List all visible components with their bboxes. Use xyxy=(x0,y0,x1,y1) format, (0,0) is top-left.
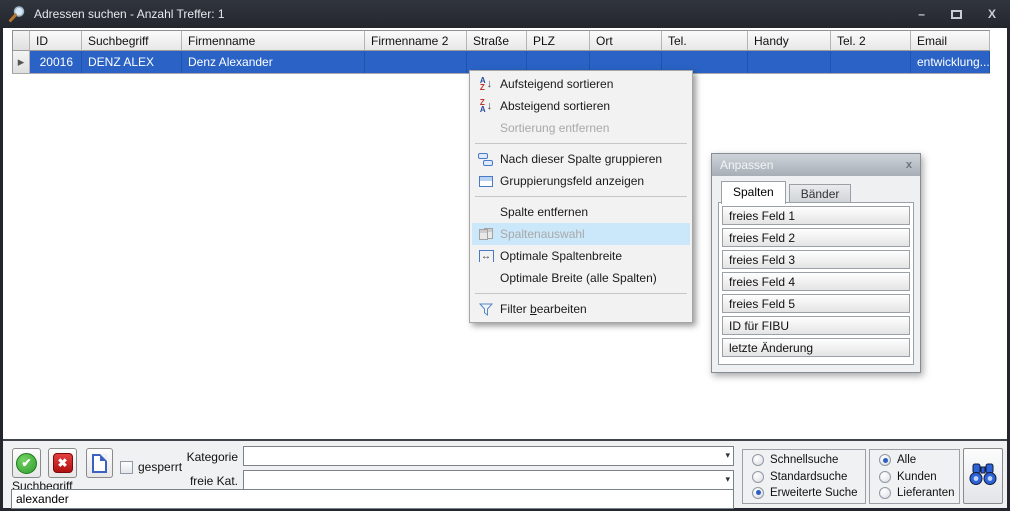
menu-item-column-chooser: Spaltenauswahl xyxy=(472,223,690,245)
best-fit-icon xyxy=(472,250,500,262)
customization-panel: Anpassen x Spalten Bänder freies Feld 1 … xyxy=(711,153,921,373)
column-header-firmenname[interactable]: Firmenname xyxy=(182,30,365,51)
minimize-icon[interactable]: – xyxy=(918,8,925,20)
close-icon[interactable]: X xyxy=(988,8,996,20)
menu-item-remove-sorting: Sortierung entfernen xyxy=(472,117,690,139)
kategorie-label: Kategorie xyxy=(148,450,238,464)
kategorie-combobox[interactable]: ▾ xyxy=(243,446,734,466)
app-window: Adressen suchen - Anzahl Treffer: 1 – X … xyxy=(0,0,1010,511)
radio-alle[interactable]: Alle xyxy=(879,454,959,466)
search-button[interactable] xyxy=(963,448,1003,504)
field-item-id-fuer-fibu[interactable]: ID für FIBU xyxy=(722,316,910,335)
customization-panel-title: Anpassen xyxy=(720,158,773,172)
column-header-tel2[interactable]: Tel. 2 xyxy=(831,30,911,51)
row-indicator-arrow-icon: ▸ xyxy=(18,54,25,69)
column-header-email[interactable]: Email xyxy=(911,30,990,51)
field-item-letzte-aenderung[interactable]: letzte Änderung xyxy=(722,338,910,357)
group-by-icon xyxy=(472,153,500,166)
menu-item-best-fit-all-columns[interactable]: Optimale Breite (alle Spalten) xyxy=(472,267,690,289)
field-item-freies-feld-3[interactable]: freies Feld 3 xyxy=(722,250,910,269)
column-header-tel[interactable]: Tel. xyxy=(662,30,748,51)
radio-selected-icon[interactable] xyxy=(752,487,764,499)
grid-header-row: ID Suchbegriff Firmenname Firmenname 2 S… xyxy=(12,30,990,51)
radio-icon[interactable] xyxy=(752,471,764,483)
radio-icon[interactable] xyxy=(879,471,891,483)
binoculars-icon xyxy=(968,462,998,491)
radio-selected-icon[interactable] xyxy=(879,454,891,466)
column-header-plz[interactable]: PLZ xyxy=(527,30,590,51)
field-item-freies-feld-2[interactable]: freies Feld 2 xyxy=(722,228,910,247)
cell-email[interactable]: entwicklung... xyxy=(911,51,990,73)
check-icon: ✔ xyxy=(16,453,37,474)
maximize-icon[interactable] xyxy=(951,10,962,19)
menu-separator xyxy=(475,293,687,294)
cell-firmenname2[interactable] xyxy=(365,51,467,73)
radio-lieferanten[interactable]: Lieferanten xyxy=(879,487,959,499)
row-indicator-cell: ▸ xyxy=(12,51,30,73)
menu-item-best-fit-column[interactable]: Optimale Spaltenbreite xyxy=(472,245,690,267)
cell-firmenname[interactable]: Denz Alexander xyxy=(182,51,365,73)
tab-baender[interactable]: Bänder xyxy=(789,184,852,204)
freie-kat-label: freie Kat. xyxy=(148,474,238,488)
radio-schnellsuche[interactable]: Schnellsuche xyxy=(752,454,865,466)
field-item-freies-feld-5[interactable]: freies Feld 5 xyxy=(722,294,910,313)
radio-erweiterte-suche[interactable]: Erweiterte Suche xyxy=(752,487,865,499)
menu-item-sort-descending[interactable]: ZA↓ Absteigend sortieren xyxy=(472,95,690,117)
gesperrt-checkbox[interactable] xyxy=(120,461,133,474)
client-area: ID Suchbegriff Firmenname Firmenname 2 S… xyxy=(3,28,1007,508)
row-indicator-header xyxy=(12,30,30,51)
column-header-handy[interactable]: Handy xyxy=(748,30,831,51)
column-header-ort[interactable]: Ort xyxy=(590,30,662,51)
magnifier-icon xyxy=(8,5,26,23)
confirm-button[interactable]: ✔ xyxy=(12,448,41,478)
menu-item-show-group-panel[interactable]: Gruppierungsfeld anzeigen xyxy=(472,170,690,192)
suchbegriff-input[interactable] xyxy=(11,489,734,509)
menu-separator xyxy=(475,196,687,197)
new-document-button[interactable] xyxy=(86,448,113,478)
new-document-icon xyxy=(92,454,107,473)
radio-icon[interactable] xyxy=(879,487,891,499)
column-context-menu: AZ↓ Aufsteigend sortieren ZA↓ Absteigend… xyxy=(469,70,693,323)
search-mode-groupbox: Schnellsuche Standardsuche Erweiterte Su… xyxy=(742,449,866,504)
cell-suchbegriff[interactable]: DENZ ALEX xyxy=(82,51,182,73)
menu-separator xyxy=(475,143,687,144)
window-controls: – X xyxy=(918,0,996,28)
column-header-id[interactable]: ID xyxy=(30,30,82,51)
radio-icon[interactable] xyxy=(752,454,764,466)
radio-standardsuche[interactable]: Standardsuche xyxy=(752,471,865,483)
column-header-suchbegriff[interactable]: Suchbegriff xyxy=(82,30,182,51)
filter-icon xyxy=(472,303,500,316)
field-item-freies-feld-4[interactable]: freies Feld 4 xyxy=(722,272,910,291)
column-chooser-icon xyxy=(472,228,500,241)
cell-id[interactable]: 20016 xyxy=(30,51,82,73)
customization-panel-titlebar: Anpassen x xyxy=(712,154,920,176)
customization-field-list: freies Feld 1 freies Feld 2 freies Feld … xyxy=(718,202,914,365)
menu-item-group-by-column[interactable]: Nach dieser Spalte gruppieren xyxy=(472,148,690,170)
window-title: Adressen suchen - Anzahl Treffer: 1 xyxy=(34,7,225,21)
title-bar: Adressen suchen - Anzahl Treffer: 1 – X xyxy=(0,0,1010,28)
address-grid: ID Suchbegriff Firmenname Firmenname 2 S… xyxy=(12,30,990,74)
radio-kunden[interactable]: Kunden xyxy=(879,471,959,483)
sort-ascending-icon: AZ↓ xyxy=(472,77,500,91)
freie-kat-combobox[interactable]: ▾ xyxy=(243,470,734,490)
search-toolbar: ✔ ✖ gesperrt Kategorie freie Kat. ▾ ▾ Su… xyxy=(3,439,1007,508)
chevron-down-icon[interactable]: ▾ xyxy=(725,474,730,485)
menu-item-filter-edit[interactable]: Filter bearbeiten xyxy=(472,298,690,320)
panel-close-icon[interactable]: x xyxy=(906,159,912,171)
cancel-button[interactable]: ✖ xyxy=(48,448,77,478)
scope-groupbox: Alle Kunden Lieferanten xyxy=(869,449,960,504)
sort-descending-icon: ZA↓ xyxy=(472,99,500,113)
field-item-freies-feld-1[interactable]: freies Feld 1 xyxy=(722,206,910,225)
cell-handy[interactable] xyxy=(748,51,831,73)
chevron-down-icon[interactable]: ▾ xyxy=(725,450,730,461)
tab-spalten[interactable]: Spalten xyxy=(721,181,786,204)
column-header-firmenname2[interactable]: Firmenname 2 xyxy=(365,30,467,51)
menu-item-remove-column[interactable]: Spalte entfernen xyxy=(472,201,690,223)
menu-item-sort-ascending[interactable]: AZ↓ Aufsteigend sortieren xyxy=(472,73,690,95)
customization-tabs: Spalten Bänder xyxy=(721,181,851,204)
column-header-strasse[interactable]: Straße xyxy=(467,30,527,51)
cancel-icon: ✖ xyxy=(53,453,73,473)
group-panel-icon xyxy=(472,176,500,187)
cell-tel2[interactable] xyxy=(831,51,911,73)
